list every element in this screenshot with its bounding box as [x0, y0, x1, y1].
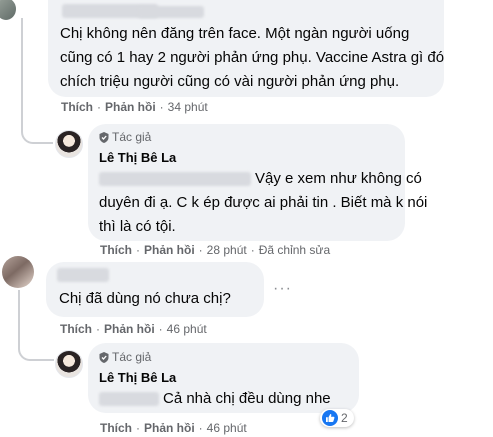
separator-dot: · — [96, 322, 100, 336]
edited-label: Đã chỉnh sửa — [258, 243, 331, 257]
author-badge: Tác giả — [99, 350, 151, 364]
author-badge-label: Tác giả — [112, 130, 152, 144]
author-avatar[interactable] — [55, 130, 83, 158]
thread-line — [21, 18, 23, 130]
redacted-name — [57, 268, 109, 282]
redacted-name-extra — [138, 6, 204, 18]
separator-dot: · — [158, 322, 163, 336]
reply-text-line: Vậy e xem như không có — [255, 170, 422, 187]
more-options-icon[interactable]: ··· — [273, 280, 292, 298]
timestamp[interactable]: 46 phút — [207, 421, 247, 435]
comment-text-line: cũng có 1 hay 2 người phản ứng phụ. Vacc… — [60, 49, 445, 66]
separator-dot: · — [97, 100, 101, 114]
reply-action[interactable]: Phản hồi — [144, 243, 195, 257]
like-action[interactable]: Thích — [61, 100, 93, 114]
reply-actions: Thích · Phản hồi · 28 phút · Đã chỉnh sử… — [100, 243, 330, 257]
reaction-summary[interactable]: 2 — [320, 409, 354, 427]
author-shield-icon — [99, 351, 109, 363]
author-shield-icon — [99, 131, 109, 143]
separator-dot: · — [159, 100, 164, 114]
comment-1: Chị không nên đăng trên face. Một ngàn n… — [0, 0, 493, 120]
author-name[interactable]: Lê Thị Bê La — [99, 370, 176, 385]
separator-dot: · — [136, 421, 140, 435]
reply-text-line: Cả nhà chị đều dùng nhe — [163, 390, 331, 407]
separator-dot: · — [136, 243, 140, 257]
reply-action[interactable]: Phản hồi — [104, 322, 155, 336]
reply-action[interactable]: Phản hồi — [105, 100, 156, 114]
thread-connector — [18, 335, 54, 361]
reaction-count: 2 — [341, 411, 348, 425]
comment-text-line: chích triệu người cũng có vài người phản… — [60, 73, 400, 90]
commenter-avatar[interactable] — [2, 256, 34, 288]
thread-connector — [21, 120, 53, 144]
separator-dot: · — [198, 421, 203, 435]
reply-actions: Thích · Phản hồi · 46 phút — [100, 421, 247, 435]
comment-text-line: Chị đã dùng nó chưa chị? — [59, 290, 231, 307]
timestamp[interactable]: 28 phút — [207, 243, 247, 257]
like-icon — [322, 410, 338, 426]
like-action[interactable]: Thích — [100, 243, 132, 257]
comment-actions: Thích · Phản hồi · 46 phút — [60, 322, 207, 336]
timestamp[interactable]: 46 phút — [167, 322, 207, 336]
like-action[interactable]: Thích — [100, 421, 132, 435]
separator-dot: · — [250, 243, 255, 257]
author-avatar[interactable] — [55, 350, 83, 378]
redacted-mention — [99, 172, 251, 186]
reply-action[interactable]: Phản hồi — [144, 421, 195, 435]
reply-text-line: thì là có tội. — [99, 218, 176, 235]
reply-text-line: duyên đi ạ. C k ép được ai phải tin . Bi… — [99, 194, 428, 211]
commenter-avatar[interactable] — [0, 0, 16, 20]
author-badge: Tác giả — [99, 130, 151, 144]
comment-actions: Thích · Phản hồi · 34 phút — [61, 100, 208, 114]
comment-text-line: Chị không nên đăng trên face. Một ngàn n… — [60, 25, 410, 42]
like-action[interactable]: Thích — [60, 322, 92, 336]
author-badge-label: Tác giả — [112, 350, 152, 364]
redacted-mention — [99, 392, 159, 406]
timestamp[interactable]: 34 phút — [168, 100, 208, 114]
separator-dot: · — [198, 243, 203, 257]
author-name[interactable]: Lê Thị Bê La — [99, 150, 176, 165]
